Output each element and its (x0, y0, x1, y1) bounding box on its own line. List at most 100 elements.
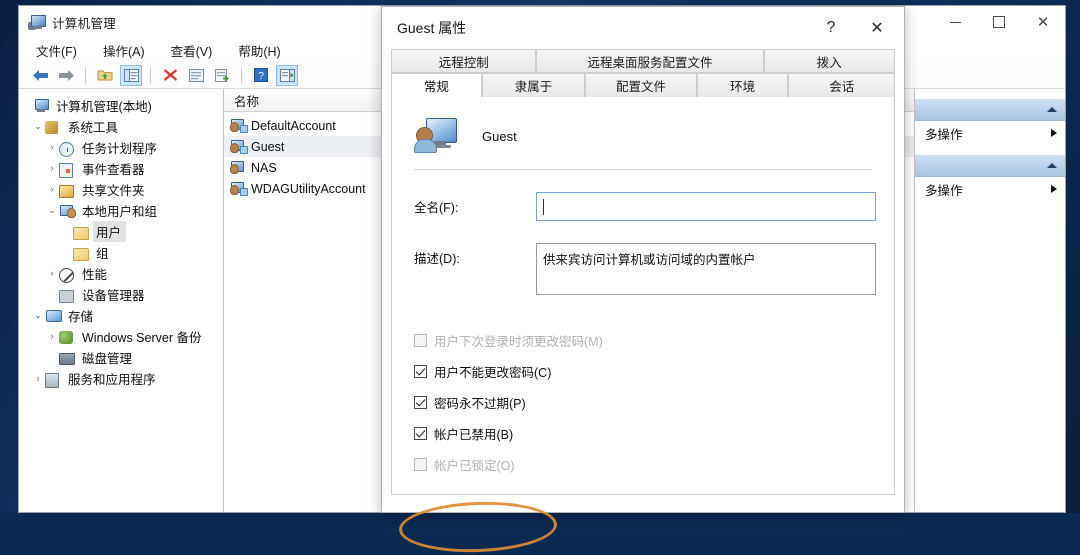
description-input[interactable]: 供来宾访问计算机或访问域的内置帐户 (536, 243, 876, 295)
chevron-down-icon[interactable]: ⌄ (45, 206, 59, 215)
field-label-description: 描述(D): (414, 252, 460, 266)
tab-remote-control[interactable]: 远程控制 (391, 49, 537, 73)
chevron-right-icon[interactable]: › (45, 185, 59, 194)
tab-dial-in[interactable]: 拨入 (763, 49, 895, 73)
checkbox-row-account-disabled[interactable]: 帐户已禁用(B) (414, 418, 876, 449)
tree-node-services-and-applications[interactable]: › 服务和应用程序 (19, 368, 223, 389)
chevron-up-icon[interactable] (1047, 107, 1057, 112)
chevron-up-icon[interactable] (1047, 163, 1057, 168)
menu-help[interactable]: 帮助(H) (235, 39, 283, 62)
checkbox-account-locked-out[interactable] (414, 458, 427, 471)
checkbox-cannot-change-password[interactable] (414, 365, 427, 378)
chevron-down-icon[interactable]: ⌄ (31, 311, 45, 320)
chevron-right-icon[interactable]: › (45, 332, 59, 341)
forward-icon[interactable] (55, 65, 77, 86)
dialog-close-button[interactable]: ✕ (854, 7, 900, 49)
checkbox-row-must-change-password[interactable]: 用户下次登录时须更改密码(M) (414, 325, 876, 356)
chevron-down-icon[interactable]: ⌄ (31, 122, 45, 131)
tree-node-system-tools[interactable]: ⌄ 系统工具 (19, 116, 223, 137)
window-controls: ✕ (933, 6, 1065, 38)
chevron-right-icon[interactable]: › (45, 164, 59, 173)
field-full-name: 全名(F): (410, 192, 876, 221)
tab-profile[interactable]: 配置文件 (585, 73, 697, 97)
menu-view[interactable]: 查看(V) (168, 39, 216, 62)
tree-node-label: 服务和应用程序 (68, 373, 156, 387)
annotation-ellipse-account-disabled (398, 499, 558, 555)
chevron-right-icon[interactable]: › (45, 143, 59, 152)
list-item-label: Guest (251, 139, 285, 154)
actions-group-header[interactable] (915, 155, 1065, 177)
tree-node-storage[interactable]: ⌄ 存储 (19, 305, 223, 326)
help-icon[interactable]: ? (250, 65, 272, 86)
field-description: 描述(D): 供来宾访问计算机或访问域的内置帐户 (410, 243, 876, 295)
show-tree-icon[interactable] (120, 64, 142, 86)
action-more-actions[interactable]: 多操作 (915, 177, 1065, 201)
chevron-right-icon (1051, 129, 1057, 137)
tree-node-label: 计算机管理(本地) (56, 100, 152, 114)
tab-member-of[interactable]: 隶属于 (481, 73, 586, 97)
list-item-label: NAS (251, 160, 277, 175)
back-icon[interactable] (29, 65, 51, 86)
tree-node-performance[interactable]: › 性能 (19, 263, 223, 284)
list-item-label: DefaultAccount (251, 118, 336, 133)
tree-node-device-manager[interactable]: 设备管理器 (19, 284, 223, 305)
svg-text:?: ? (258, 70, 264, 82)
show-action-pane-icon[interactable] (276, 64, 298, 86)
menu-action[interactable]: 操作(A) (100, 39, 148, 62)
checkbox-row-password-never-expires[interactable]: 密码永不过期(P) (414, 387, 876, 418)
checkbox-label: 密码永不过期(P) (434, 397, 526, 411)
toolbar-separator (85, 66, 86, 84)
actions-group-header[interactable] (915, 99, 1065, 121)
up-folder-icon[interactable] (94, 65, 116, 86)
help-button[interactable]: ? (808, 7, 854, 49)
dialog-controls: ? ✕ (808, 7, 900, 49)
field-label-full-name: 全名(F): (414, 201, 459, 215)
full-name-input[interactable] (536, 192, 876, 221)
device-manager-icon (59, 287, 76, 303)
tab-sessions[interactable]: 会话 (788, 73, 896, 97)
maximize-button[interactable] (977, 6, 1021, 38)
checkbox-password-never-expires[interactable] (414, 396, 427, 409)
tree-node-label: 本地用户和组 (82, 205, 158, 219)
minimize-button[interactable] (933, 6, 977, 38)
tree-node-shared-folders[interactable]: › 共享文件夹 (19, 179, 223, 200)
checkbox-row-cannot-change-password[interactable]: 用户不能更改密码(C) (414, 356, 876, 387)
checkbox-label: 帐户已锁定(O) (434, 459, 515, 473)
chevron-right-icon[interactable]: › (45, 269, 59, 278)
user-account-icon (230, 118, 248, 133)
chevron-right-icon[interactable]: › (31, 374, 45, 383)
tree-node-label: 任务计划程序 (82, 142, 158, 156)
action-label: 多操作 (925, 127, 963, 142)
tree-node-label: Windows Server 备份 (82, 331, 202, 345)
system-tools-icon (45, 119, 62, 135)
properties-icon[interactable] (185, 65, 207, 86)
tree-node-local-users-and-groups[interactable]: ⌄ 本地用户和组 (19, 200, 223, 221)
checkbox-must-change-password[interactable] (414, 334, 427, 347)
computer-management-icon (28, 14, 46, 31)
tree-node-event-viewer[interactable]: › 事件查看器 (19, 158, 223, 179)
tree-node-task-scheduler[interactable]: › 任务计划程序 (19, 137, 223, 158)
checkbox-account-disabled[interactable] (414, 427, 427, 440)
close-button[interactable]: ✕ (1021, 6, 1065, 38)
tab-general[interactable]: 常规 (391, 73, 482, 97)
tree-node-label: 磁盘管理 (82, 352, 133, 366)
tab-environment[interactable]: 环境 (696, 73, 789, 97)
tree-node-windows-server-backup[interactable]: › Windows Server 备份 (19, 326, 223, 347)
user-account-icon (230, 160, 247, 175)
toolbar-separator (150, 66, 151, 84)
console-tree: 计算机管理(本地) ⌄ 系统工具 › 任务计划程序 › 事件查看器 › 共享文件… (19, 89, 224, 512)
delete-icon[interactable] (159, 65, 181, 86)
tree-node-groups[interactable]: 组 (19, 242, 223, 263)
actions-spacer (915, 145, 1065, 155)
tree-node-disk-management[interactable]: 磁盘管理 (19, 347, 223, 368)
tree-node-users[interactable]: 用户 (19, 221, 223, 242)
tree-node-computer-management[interactable]: 计算机管理(本地) (19, 95, 223, 116)
export-list-icon[interactable] (211, 65, 233, 86)
menu-file[interactable]: 文件(F) (33, 39, 80, 62)
account-options: 用户下次登录时须更改密码(M) 用户不能更改密码(C) 密码永不过期(P) 帐户… (410, 325, 876, 480)
checkbox-row-account-locked-out[interactable]: 帐户已锁定(O) (414, 449, 876, 480)
tab-remote-desktop-services-profile[interactable]: 远程桌面服务配置文件 (536, 49, 764, 73)
action-more-actions[interactable]: 多操作 (915, 121, 1065, 145)
folder-icon (73, 224, 90, 240)
action-label: 多操作 (925, 183, 963, 198)
